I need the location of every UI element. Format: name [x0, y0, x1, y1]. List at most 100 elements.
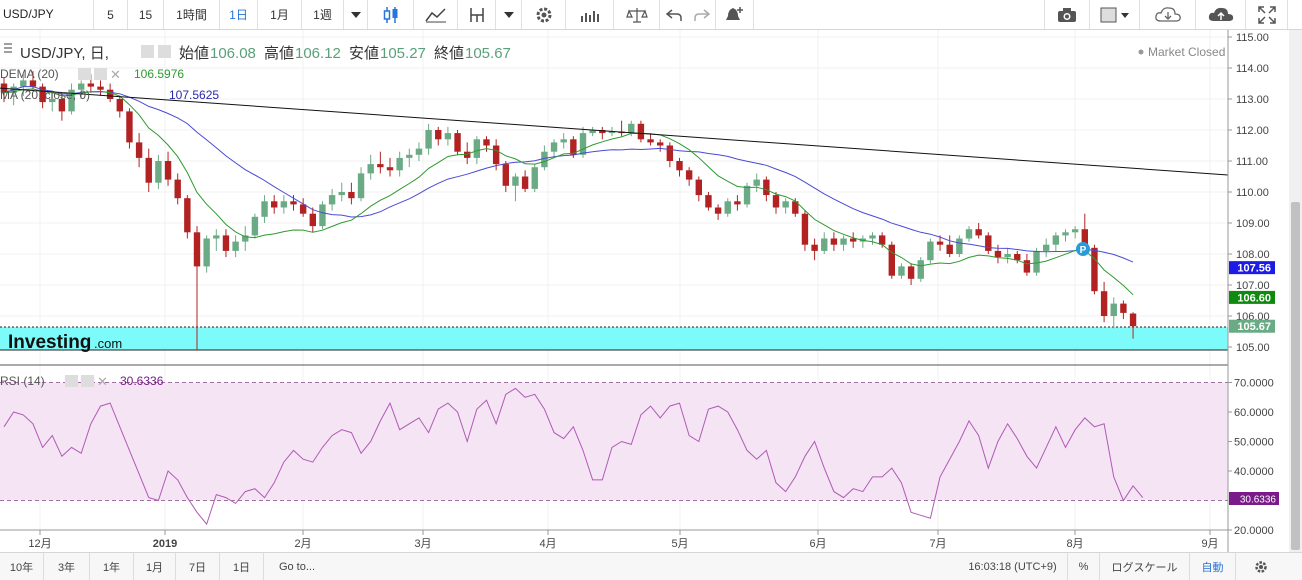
timeframe-1h-button[interactable]: 1時間: [164, 0, 220, 29]
visibility-icon[interactable]: [65, 375, 78, 387]
candle-body: [328, 195, 336, 205]
candle-body: [483, 139, 490, 146]
gear-icon: [1255, 560, 1267, 573]
candle-body: [473, 139, 481, 158]
volume-bars-button[interactable]: [566, 0, 614, 29]
price-tick-label: 113.00: [1236, 94, 1269, 106]
marker-p[interactable]: P: [1076, 242, 1090, 256]
candle: [521, 170, 529, 192]
goto-button[interactable]: Go to...: [264, 553, 330, 580]
candle-body: [415, 148, 423, 155]
gear-icon[interactable]: [94, 68, 107, 80]
dema-value: 106.5976: [134, 67, 184, 81]
chart-settings-button[interactable]: [1236, 553, 1286, 580]
timeframe-1w-button[interactable]: 1週: [302, 0, 344, 29]
candle: [203, 235, 210, 273]
candle-body: [734, 201, 741, 205]
candle: [135, 133, 143, 168]
candle: [174, 173, 181, 205]
candle: [1110, 297, 1117, 329]
candle: [415, 142, 423, 161]
price-axis[interactable]: 115.00 114.00 113.00 112.00 111.00 110.00 109.…: [1228, 32, 1270, 354]
candle-body: [213, 235, 220, 239]
rsi-tick-label: 20.0000: [1234, 525, 1274, 537]
symbol-input[interactable]: USD/JPY: [0, 0, 94, 29]
candle-body: [280, 201, 288, 208]
timeframe-15m-button[interactable]: 15: [128, 0, 164, 29]
range-10y-button[interactable]: 10年: [0, 553, 44, 580]
candle-body: [155, 161, 162, 183]
range-1m-button[interactable]: 1月: [134, 553, 176, 580]
chart-area[interactable]: P Investing .com 115.00 114.00 113.00 112.0…: [0, 30, 1289, 552]
log-scale-button[interactable]: ログスケール: [1100, 553, 1190, 580]
candle-body: [135, 142, 143, 158]
percent-button[interactable]: %: [1068, 553, 1100, 580]
range-1y-button[interactable]: 1年: [90, 553, 134, 580]
candle-body: [521, 176, 529, 189]
close-icon[interactable]: ✕: [97, 374, 108, 389]
drawing-tools-button[interactable]: [458, 0, 496, 29]
candle-body: [705, 195, 712, 208]
visibility-icon[interactable]: [141, 45, 154, 58]
close-icon[interactable]: ✕: [110, 67, 121, 82]
alert-button[interactable]: [716, 0, 754, 29]
price-badge-label: 106.60: [1237, 292, 1271, 304]
drawing-tools-dropdown[interactable]: [496, 0, 522, 29]
candle-body: [1110, 303, 1117, 316]
range-3y-button[interactable]: 3年: [44, 553, 90, 580]
candle-body: [1052, 235, 1060, 245]
candle: [705, 192, 712, 211]
range-7d-button[interactable]: 7日: [176, 553, 220, 580]
candle-style-button[interactable]: [368, 0, 414, 29]
gear-icon[interactable]: [81, 375, 94, 387]
time-tick-label: 7月: [929, 538, 946, 550]
compare-button[interactable]: [614, 0, 660, 29]
camera-icon: [1058, 7, 1076, 22]
candle-body: [579, 133, 587, 155]
candle-body: [502, 164, 509, 186]
candle: [251, 213, 259, 239]
candle-body: [550, 142, 558, 152]
clock-label: 16:03:18 (UTC+9): [968, 560, 1057, 573]
candle-body: [647, 139, 654, 143]
time-tick-label: 6月: [809, 538, 826, 550]
candle: [357, 167, 365, 202]
bottom-bar: 10年 3年 1年 1月 7日 1日 Go to... 16:03:18 (UT…: [0, 552, 1302, 580]
candle-body: [377, 164, 384, 168]
fork-icon: [469, 7, 484, 22]
gear-icon[interactable]: [158, 45, 171, 58]
candle: [927, 238, 934, 264]
settings-button[interactable]: [522, 0, 566, 29]
visibility-icon[interactable]: [78, 68, 91, 80]
candle-body: [406, 154, 413, 158]
time-axis[interactable]: 12月 2019 2月 3月 4月 5月 6月 7月 8月 9月: [28, 530, 1219, 550]
timeframe-1m-button[interactable]: 1月: [258, 0, 302, 29]
candle-body: [1129, 313, 1137, 327]
timeframe-5m-button[interactable]: 5: [94, 0, 128, 29]
undo-button[interactable]: [660, 0, 688, 29]
indicators-button[interactable]: [414, 0, 458, 29]
candle-body: [917, 260, 924, 279]
candle: [309, 207, 316, 233]
fullscreen-button[interactable]: [1246, 0, 1288, 29]
timeframe-1d-button[interactable]: 1日: [220, 0, 258, 29]
candle-body: [541, 151, 548, 168]
high-label: 高値: [264, 45, 294, 62]
timeframe-dropdown-button[interactable]: [344, 0, 368, 29]
scrollbar-thumb[interactable]: [1291, 202, 1300, 550]
load-layout-button[interactable]: [1140, 0, 1196, 29]
range-1d-button[interactable]: 1日: [220, 553, 264, 580]
candle-body: [193, 232, 201, 267]
layout-button[interactable]: [1090, 0, 1140, 29]
rsi-tick-label: 40.0000: [1234, 466, 1274, 478]
auto-scale-button[interactable]: 自動: [1190, 553, 1236, 580]
legend-settings-icons[interactable]: [141, 45, 171, 58]
close-label: 終値: [434, 45, 464, 62]
log-label: ログスケール: [1111, 561, 1178, 574]
save-layout-button[interactable]: [1196, 0, 1246, 29]
rsi-axis[interactable]: 70.0000 60.0000 50.0000 40.0000 20.0000: [1228, 378, 1274, 538]
screenshot-button[interactable]: [1044, 0, 1090, 29]
candle: [116, 95, 123, 118]
candle: [97, 80, 104, 96]
redo-button[interactable]: [688, 0, 716, 29]
